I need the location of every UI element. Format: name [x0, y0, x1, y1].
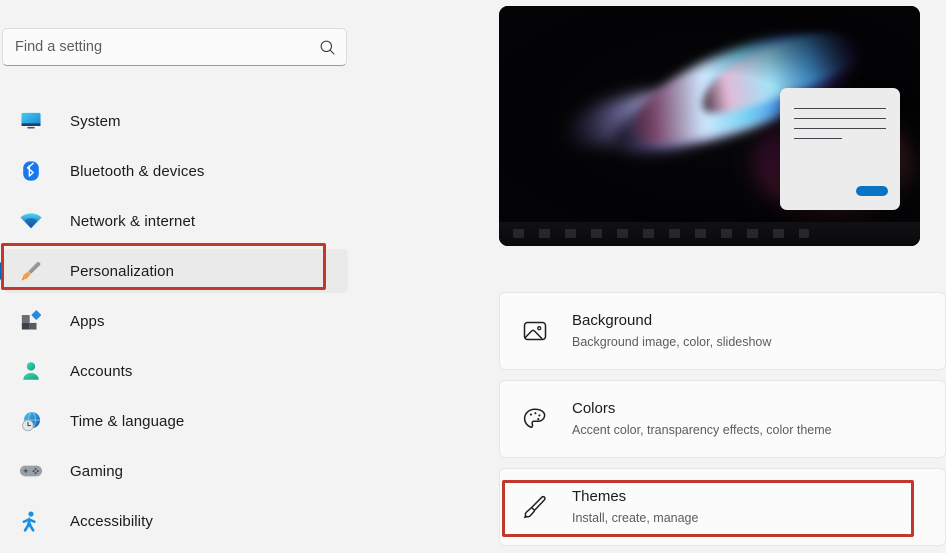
paintbrush-icon: [18, 259, 44, 283]
settings-card-background[interactable]: Background Background image, color, slid…: [499, 292, 946, 370]
apps-blocks-icon: [18, 309, 44, 333]
settings-card-subtitle: Background image, color, slideshow: [572, 334, 772, 349]
search-container: [2, 28, 347, 66]
wifi-icon: [18, 209, 44, 233]
settings-card-themes[interactable]: Themes Install, create, manage: [499, 468, 946, 546]
content-pane: Background Background image, color, slid…: [498, 0, 946, 553]
sidebar-item-apps[interactable]: Apps: [0, 296, 360, 346]
settings-card-text: Background Background image, color, slid…: [572, 311, 771, 350]
mock-text-line: [794, 138, 842, 139]
selection-pill: [4, 249, 348, 293]
settings-card-title: Colors: [572, 400, 616, 418]
sidebar-item-label: Time & language: [70, 412, 185, 430]
settings-card-text: Themes Install, create, manage: [572, 487, 698, 526]
mock-accent-button: [856, 186, 888, 196]
settings-window: System Bluetooth & devices: [0, 0, 946, 553]
sidebar-item-bluetooth-devices[interactable]: Bluetooth & devices: [0, 146, 360, 196]
sidebar-item-label: System: [70, 112, 121, 130]
mock-text-line: [794, 128, 886, 129]
mock-taskbar-icons: [513, 229, 809, 238]
mock-text-line: [794, 108, 886, 109]
paintbrush-icon: [518, 490, 552, 524]
settings-card-list: Background Background image, color, slid…: [499, 292, 946, 553]
sidebar-item-time-language[interactable]: Time & language: [0, 396, 360, 446]
sidebar-item-label: Apps: [70, 312, 105, 330]
sidebar-item-label: Bluetooth & devices: [70, 162, 205, 180]
settings-card-subtitle: Install, create, manage: [572, 510, 699, 525]
sidebar-nav-list: System Bluetooth & devices Network & int…: [0, 96, 360, 546]
preview-mock-window: [780, 88, 900, 210]
sidebar-item-personalization[interactable]: Personalization: [0, 246, 360, 296]
settings-card-text: Colors Accent color, transparency effect…: [572, 399, 832, 438]
search-box[interactable]: [2, 28, 347, 66]
settings-card-title: Background: [572, 312, 653, 330]
globe-clock-icon: [18, 409, 44, 433]
person-icon: [18, 359, 44, 383]
mock-text-line: [794, 118, 886, 119]
sidebar-item-label: Accessibility: [70, 512, 153, 530]
preview-mock-taskbar: [499, 222, 920, 246]
settings-card-subtitle: Accent color, transparency effects, colo…: [572, 422, 832, 437]
desktop-theme-preview: [499, 6, 920, 246]
sidebar-item-label: Gaming: [70, 462, 124, 480]
sidebar-item-gaming[interactable]: Gaming: [0, 446, 360, 496]
bluetooth-icon: [18, 159, 44, 183]
monitor-icon: [18, 109, 44, 133]
sidebar-item-system[interactable]: System: [0, 96, 360, 146]
palette-icon: [518, 402, 552, 436]
sidebar-item-label: Personalization: [70, 262, 175, 280]
sidebar-item-accessibility[interactable]: Accessibility: [0, 496, 360, 546]
sidebar-item-label: Accounts: [70, 362, 133, 380]
gamepad-icon: [18, 459, 44, 483]
search-input[interactable]: [3, 39, 310, 55]
accessibility-icon: [18, 509, 44, 533]
search-icon[interactable]: [310, 30, 344, 64]
settings-card-title: Themes: [572, 488, 627, 506]
sidebar-item-network-internet[interactable]: Network & internet: [0, 196, 360, 246]
sidebar-item-accounts[interactable]: Accounts: [0, 346, 360, 396]
sidebar: System Bluetooth & devices: [0, 0, 360, 553]
sidebar-item-label: Network & internet: [70, 212, 196, 230]
settings-card-colors[interactable]: Colors Accent color, transparency effect…: [499, 380, 946, 458]
picture-icon: [518, 314, 552, 348]
